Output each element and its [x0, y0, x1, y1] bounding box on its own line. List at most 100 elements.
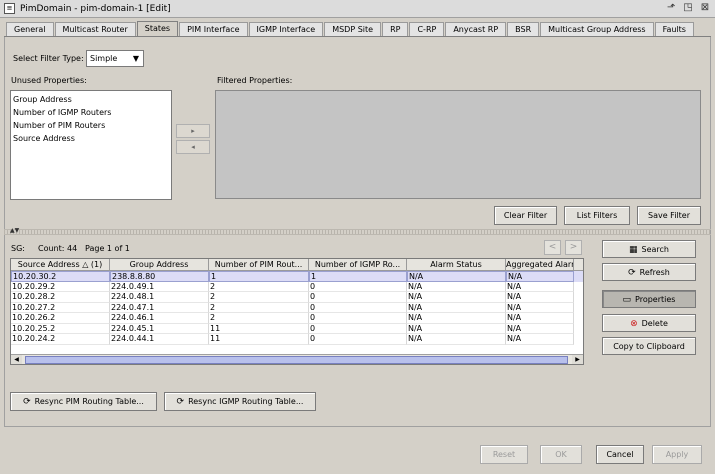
maximize-icon[interactable]: ◳	[682, 2, 694, 14]
scroll-right-icon[interactable]: ▶	[572, 355, 583, 364]
resync-igmp-label: Resync IGMP Routing Table...	[188, 397, 304, 406]
cell-pim-routers: 11	[209, 334, 309, 345]
cell-source-address: 10.20.28.2	[11, 292, 110, 303]
resync-pim-button[interactable]: ⟳ Resync PIM Routing Table...	[10, 392, 157, 411]
filtered-properties-label: Filtered Properties:	[217, 76, 293, 85]
cell-group-address: 224.0.49.1	[110, 281, 209, 292]
cell-aggregated-alarm: N/A	[506, 271, 574, 282]
cell-igmp-routers: 0	[309, 313, 407, 324]
resync-icon: ⟳	[23, 397, 31, 407]
reset-button[interactable]: Reset	[480, 445, 528, 464]
minimize-icon[interactable]: ⬏	[665, 2, 677, 14]
table-row[interactable]: 10.20.26.2 224.0.46.1 2 0 N/A N/A	[11, 313, 583, 324]
move-left-button[interactable]: ◂	[176, 140, 210, 154]
properties-button[interactable]: ▭ Properties	[602, 290, 696, 308]
resync-igmp-button[interactable]: ⟳ Resync IGMP Routing Table...	[164, 392, 316, 411]
filter-type-label: Select Filter Type:	[13, 54, 84, 63]
close-icon[interactable]: ⊠	[699, 2, 711, 14]
column-pim-routers[interactable]: Number of PIM Rout...	[209, 259, 309, 270]
filter-type-select[interactable]: Simple ▼	[86, 50, 144, 67]
cell-pim-routers: 1	[209, 271, 309, 282]
cell-source-address: 10.20.25.2	[11, 323, 110, 334]
splitter-arrows-icon: ▲▼	[10, 227, 20, 234]
filtered-properties-area[interactable]	[215, 90, 701, 199]
tab-pim-interface[interactable]: PIM Interface	[179, 22, 248, 37]
tab-strip: General Multicast Router States PIM Inte…	[6, 21, 695, 37]
splitter-handle[interactable]: ▲▼	[4, 227, 711, 235]
refresh-icon: ⟳	[628, 268, 636, 278]
scroll-thumb[interactable]	[25, 356, 568, 364]
save-filter-button[interactable]: Save Filter	[637, 206, 701, 225]
cell-pim-routers: 11	[209, 323, 309, 334]
list-filters-button[interactable]: List Filters	[564, 206, 630, 225]
table-row[interactable]: 10.20.25.2 224.0.45.1 11 0 N/A N/A	[11, 323, 583, 334]
delete-button[interactable]: ⊗ Delete	[602, 314, 696, 332]
scroll-left-icon[interactable]: ◀	[11, 355, 22, 364]
tab-multicast-router[interactable]: Multicast Router	[54, 22, 136, 37]
unused-properties-label: Unused Properties:	[11, 76, 87, 85]
refresh-button[interactable]: ⟳ Refresh	[602, 263, 696, 281]
cell-pim-routers: 2	[209, 292, 309, 303]
cell-source-address: 10.20.24.2	[11, 334, 110, 345]
table-row[interactable]: 10.20.30.2 238.8.8.80 1 1 N/A N/A	[11, 271, 583, 282]
cell-igmp-routers: 0	[309, 292, 407, 303]
tab-igmp-interface[interactable]: IGMP Interface	[248, 22, 324, 37]
table-row[interactable]: 10.20.27.2 224.0.47.1 2 0 N/A N/A	[11, 302, 583, 313]
apply-button[interactable]: Apply	[652, 445, 702, 464]
cell-aggregated-alarm: N/A	[506, 281, 574, 292]
column-alarm-status[interactable]: Alarm Status	[407, 259, 506, 270]
resync-icon: ⟳	[176, 397, 185, 407]
copy-to-clipboard-button[interactable]: Copy to Clipboard	[602, 337, 696, 355]
tab-rp[interactable]: RP	[382, 22, 409, 37]
ok-button[interactable]: OK	[540, 445, 582, 464]
tab-general[interactable]: General	[6, 22, 54, 37]
app-icon: ≡	[4, 3, 15, 14]
horizontal-scrollbar[interactable]: ◀ ▶	[11, 354, 583, 364]
tab-faults[interactable]: Faults	[654, 22, 694, 37]
list-item[interactable]: Number of PIM Routers	[11, 119, 171, 132]
chevron-right-icon: >	[569, 242, 578, 252]
cell-group-address: 224.0.46.1	[110, 313, 209, 324]
list-item[interactable]: Source Address	[11, 132, 171, 145]
result-count: Count: 44	[38, 244, 78, 253]
table-row[interactable]: 10.20.28.2 224.0.48.1 2 0 N/A N/A	[11, 292, 583, 303]
vertical-scrollbar[interactable]: ▲ ▼	[583, 272, 584, 353]
page-indicator: Page 1 of 1	[85, 244, 130, 253]
cell-group-address: 238.8.8.80	[110, 271, 209, 282]
cell-aggregated-alarm: N/A	[506, 313, 574, 324]
tab-msdp-site[interactable]: MSDP Site	[324, 22, 382, 37]
window-title: PimDomain - pim-domain-1 [Edit]	[20, 3, 171, 14]
tab-c-rp[interactable]: C-RP	[409, 22, 445, 37]
column-source-address[interactable]: Source Address △ (1)	[11, 259, 110, 270]
table-row[interactable]: 10.20.29.2 224.0.49.1 2 0 N/A N/A	[11, 281, 583, 292]
delete-button-label: Delete	[641, 319, 668, 328]
tab-multicast-group-address[interactable]: Multicast Group Address	[540, 22, 654, 37]
cell-aggregated-alarm: N/A	[506, 323, 574, 334]
cell-group-address: 224.0.47.1	[110, 302, 209, 313]
next-page-button[interactable]: >	[565, 240, 582, 255]
unused-properties-list[interactable]: Group Address Number of IGMP Routers Num…	[10, 90, 172, 200]
table-row[interactable]: 10.20.24.2 224.0.44.1 11 0 N/A N/A	[11, 334, 583, 345]
table-header: Source Address △ (1) Group Address Numbe…	[11, 259, 583, 271]
cell-igmp-routers: 0	[309, 323, 407, 334]
cell-source-address: 10.20.30.2	[11, 271, 110, 282]
tab-bsr[interactable]: BSR	[507, 22, 540, 37]
tab-states[interactable]: States	[136, 21, 179, 37]
move-right-button[interactable]: ▸	[176, 124, 210, 138]
column-aggregated-alarm[interactable]: Aggregated Alarm	[506, 259, 574, 270]
binoculars-icon: ▦	[629, 245, 638, 255]
cell-group-address: 224.0.45.1	[110, 323, 209, 334]
table-body: 10.20.30.2 238.8.8.80 1 1 N/A N/A 10.20.29.2 22…	[11, 271, 583, 345]
tab-anycast-rp[interactable]: Anycast RP	[445, 22, 507, 37]
search-button[interactable]: ▦ Search	[602, 240, 696, 258]
dropdown-arrow-icon: ▼	[132, 54, 139, 63]
results-table: Source Address △ (1) Group Address Numbe…	[10, 258, 584, 365]
list-item[interactable]: Number of IGMP Routers	[11, 106, 171, 119]
column-igmp-routers[interactable]: Number of IGMP Ro...	[309, 259, 407, 270]
prev-page-button[interactable]: <	[544, 240, 561, 255]
list-item[interactable]: Group Address	[11, 93, 171, 106]
clear-filter-button[interactable]: Clear Filter	[494, 206, 557, 225]
cell-source-address: 10.20.27.2	[11, 302, 110, 313]
cancel-button[interactable]: Cancel	[596, 445, 644, 464]
column-group-address[interactable]: Group Address	[110, 259, 209, 270]
